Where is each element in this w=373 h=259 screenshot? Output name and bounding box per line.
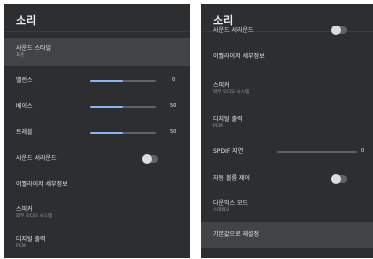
speaker-label: 스피커 xyxy=(213,82,230,90)
equalizer-details-item[interactable]: 이퀄라이저 세부정보 xyxy=(201,44,373,70)
balance-slider[interactable] xyxy=(90,80,156,82)
speaker-item[interactable]: 스피커 외부 오디오 시스템 xyxy=(201,74,373,104)
sound-surround-label: 사운드 서라운드 xyxy=(16,154,57,162)
sound-surround-toggle[interactable] xyxy=(142,154,158,164)
spdif-delay-slider[interactable] xyxy=(277,151,357,153)
equalizer-details-label: 이퀄라이저 세부정보 xyxy=(213,52,265,60)
reset-to-default-button[interactable]: 기본값으로 재설정 xyxy=(201,222,373,248)
sound-surround-item[interactable]: 사운드 서라운드 xyxy=(4,146,190,172)
balance-item[interactable]: 밸런스 0 xyxy=(4,68,190,94)
digital-output-label: 디지털 출력 xyxy=(16,236,46,244)
bass-item[interactable]: 베이스 50 xyxy=(4,94,190,120)
treble-value: 50 xyxy=(170,129,177,135)
toggle-knob xyxy=(142,154,152,164)
sound-surround-label: 사운드 서라운드 xyxy=(213,26,254,34)
sound-surround-item[interactable]: 사운드 서라운드 xyxy=(201,26,373,38)
treble-slider[interactable] xyxy=(90,132,156,134)
equalizer-details-item[interactable]: 이퀄라이저 세부정보 xyxy=(4,172,190,198)
digital-output-item[interactable]: 디지털 출력 PCM xyxy=(4,228,190,258)
treble-slider-fill xyxy=(90,132,123,134)
sound-style-value: 표준 xyxy=(16,53,25,59)
downmix-mode-label: 다운믹스 모드 xyxy=(213,200,249,208)
settings-panel-left: 소리 사운드 스타일 표준 밸런스 0 베이스 50 트레블 50 사운드 서라… xyxy=(4,4,190,258)
treble-item[interactable]: 트레블 50 xyxy=(4,120,190,146)
auto-volume-item[interactable]: 자동 볼륨 제어 xyxy=(201,166,373,192)
bass-slider-fill xyxy=(90,106,123,108)
speaker-value: 외부 오디오 시스템 xyxy=(16,214,52,220)
reset-to-default-label: 기본값으로 재설정 xyxy=(213,230,260,238)
auto-volume-toggle[interactable] xyxy=(331,174,347,184)
sound-style-item[interactable]: 사운드 스타일 표준 xyxy=(4,38,190,66)
speaker-item[interactable]: 스피커 외부 오디오 시스템 xyxy=(4,198,190,228)
digital-output-value: PCM xyxy=(16,244,26,250)
toggle-knob xyxy=(331,26,341,35)
downmix-mode-item[interactable]: 다운믹스 모드 스테레오 xyxy=(201,192,373,222)
panel-title: 소리 xyxy=(4,4,190,32)
balance-value: 0 xyxy=(172,77,176,83)
speaker-label: 스피커 xyxy=(16,206,33,214)
spdif-delay-item[interactable]: SPDIF 지연 0 xyxy=(201,138,373,166)
digital-output-value: PCM xyxy=(213,124,223,130)
auto-volume-label: 자동 볼륨 제어 xyxy=(213,174,250,182)
balance-slider-fill xyxy=(90,80,123,82)
digital-output-item[interactable]: 디지털 출력 PCM xyxy=(201,108,373,138)
sound-style-label: 사운드 스타일 xyxy=(16,45,52,53)
settings-panel-right: 소리 사운드 서라운드 이퀄라이저 세부정보 스피커 외부 오디오 시스템 디지… xyxy=(201,4,373,258)
sound-surround-toggle[interactable] xyxy=(331,26,347,35)
spdif-delay-value: 0 xyxy=(361,148,365,154)
toggle-knob xyxy=(331,174,341,184)
bass-value: 50 xyxy=(170,103,177,109)
equalizer-details-label: 이퀄라이저 세부정보 xyxy=(16,180,68,188)
speaker-value: 외부 오디오 시스템 xyxy=(213,90,249,96)
bass-slider[interactable] xyxy=(90,106,156,108)
digital-output-label: 디지털 출력 xyxy=(213,116,243,124)
downmix-mode-value: 스테레오 xyxy=(213,208,230,214)
